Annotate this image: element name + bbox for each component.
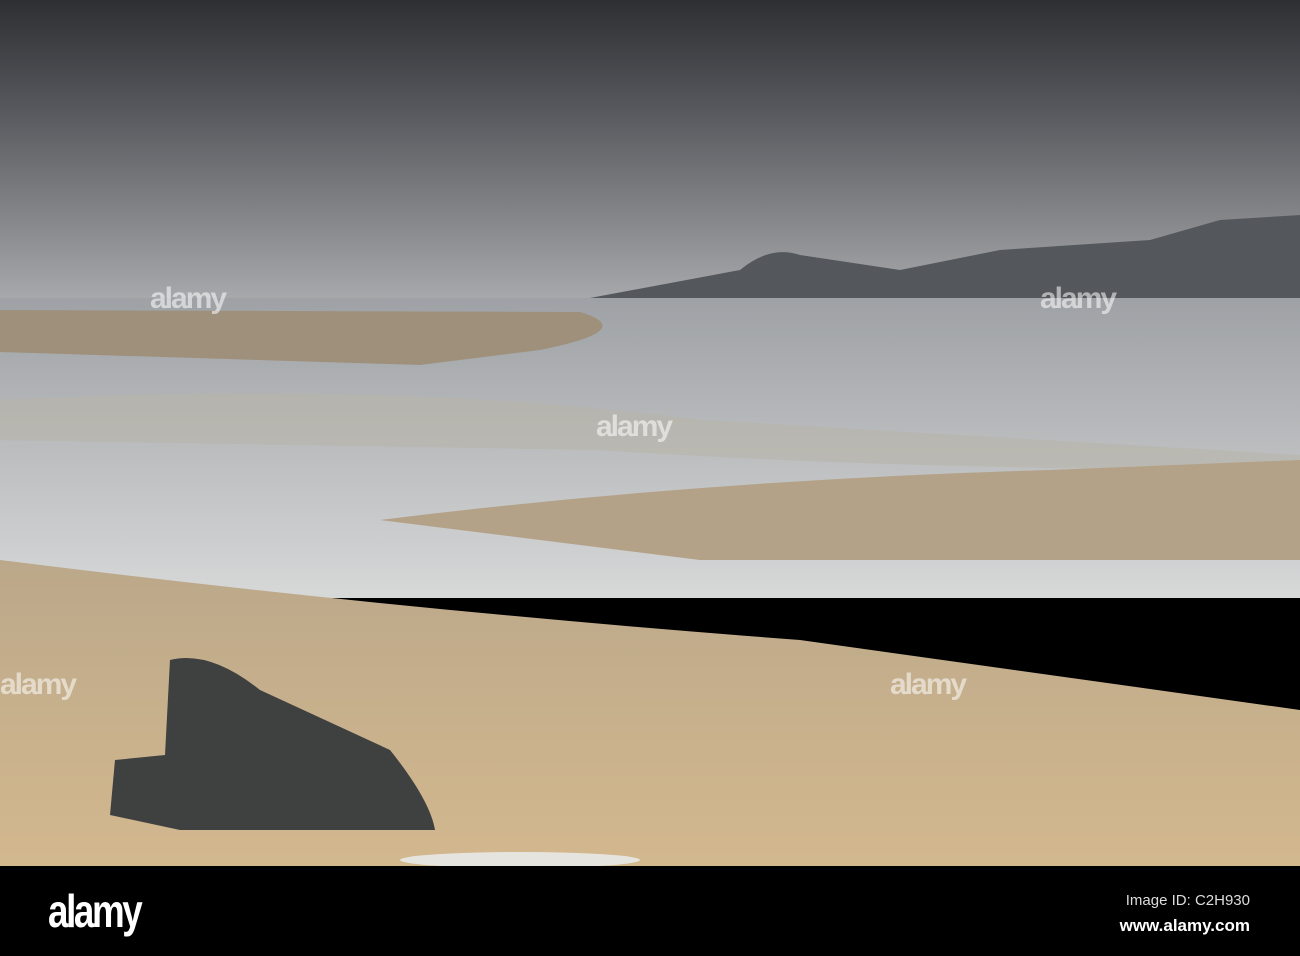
image-id: Image ID: C2H930: [1125, 892, 1250, 909]
watermark-text: alamy: [0, 668, 77, 701]
watermark-text: alamy: [890, 668, 967, 701]
watermark-text: alamy: [596, 410, 673, 443]
footer-bar: alamy Image ID: C2H930 www.alamy.com: [0, 866, 1300, 956]
watermark-text: alamy: [1040, 282, 1117, 315]
site-url: www.alamy.com: [1119, 916, 1250, 935]
beach-photo: alamy alamy alamy alamy alamy: [0, 0, 1300, 866]
alamy-logo: alamy: [48, 885, 143, 937]
watermark-text: alamy: [150, 282, 227, 315]
